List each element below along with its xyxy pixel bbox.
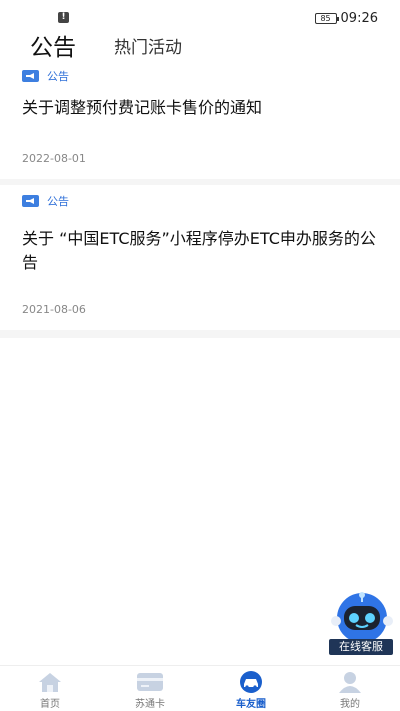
- notice-list: 公告 关于调整预付费记账卡售价的通知 2022-08-01 公告 关于 “中国E…: [0, 60, 400, 338]
- megaphone-icon: [22, 195, 39, 207]
- notice-tag: 公告: [22, 193, 69, 209]
- tab-sutong-card[interactable]: 苏通卡: [110, 671, 190, 710]
- tab-mine[interactable]: 我的: [310, 671, 390, 710]
- battery-icon: 85: [314, 13, 339, 24]
- notice-card[interactable]: 公告 关于调整预付费记账卡售价的通知 2022-08-01: [0, 60, 400, 179]
- divider: [0, 330, 400, 338]
- notice-tag-label: 公告: [47, 195, 69, 208]
- notice-tag: 公告: [22, 68, 69, 84]
- person-icon: [339, 672, 361, 693]
- card-icon: [137, 673, 163, 691]
- tab-announcements[interactable]: 公告: [30, 28, 76, 62]
- status-time: 09:26: [340, 11, 378, 26]
- home-icon: [39, 673, 61, 692]
- notification-alert-icon: !: [58, 12, 69, 23]
- tab-hot-activities[interactable]: 热门活动: [114, 33, 182, 58]
- tab-sutong-card-label: 苏通卡: [135, 699, 165, 710]
- online-service-button[interactable]: 在线客服: [326, 591, 396, 657]
- notice-date: 2021-08-06: [22, 303, 86, 316]
- status-right: 85 09:26: [314, 11, 378, 26]
- notice-title: 关于 “中国ETC服务”小程序停办ETC申办服务的公告: [22, 229, 376, 272]
- tab-car-circle-label: 车友圈: [236, 699, 266, 710]
- notice-tag-label: 公告: [47, 70, 69, 83]
- notice-card[interactable]: 公告 关于 “中国ETC服务”小程序停办ETC申办服务的公告 2021-08-0…: [0, 185, 400, 330]
- bottom-tab-bar: 首页 苏通卡 车友圈 我的: [0, 665, 400, 711]
- tab-home[interactable]: 首页: [10, 671, 90, 710]
- tab-car-circle[interactable]: 车友圈: [211, 671, 291, 710]
- online-service-label: 在线客服: [329, 639, 393, 655]
- tab-mine-label: 我的: [340, 699, 360, 710]
- car-icon: [240, 671, 262, 693]
- notice-date: 2022-08-01: [22, 152, 86, 165]
- tab-home-label: 首页: [40, 699, 60, 710]
- megaphone-icon: [22, 70, 39, 82]
- header-tabs: 公告 热门活动: [0, 28, 400, 62]
- robot-icon: [331, 592, 393, 643]
- notice-title: 关于调整预付费记账卡售价的通知: [22, 98, 263, 117]
